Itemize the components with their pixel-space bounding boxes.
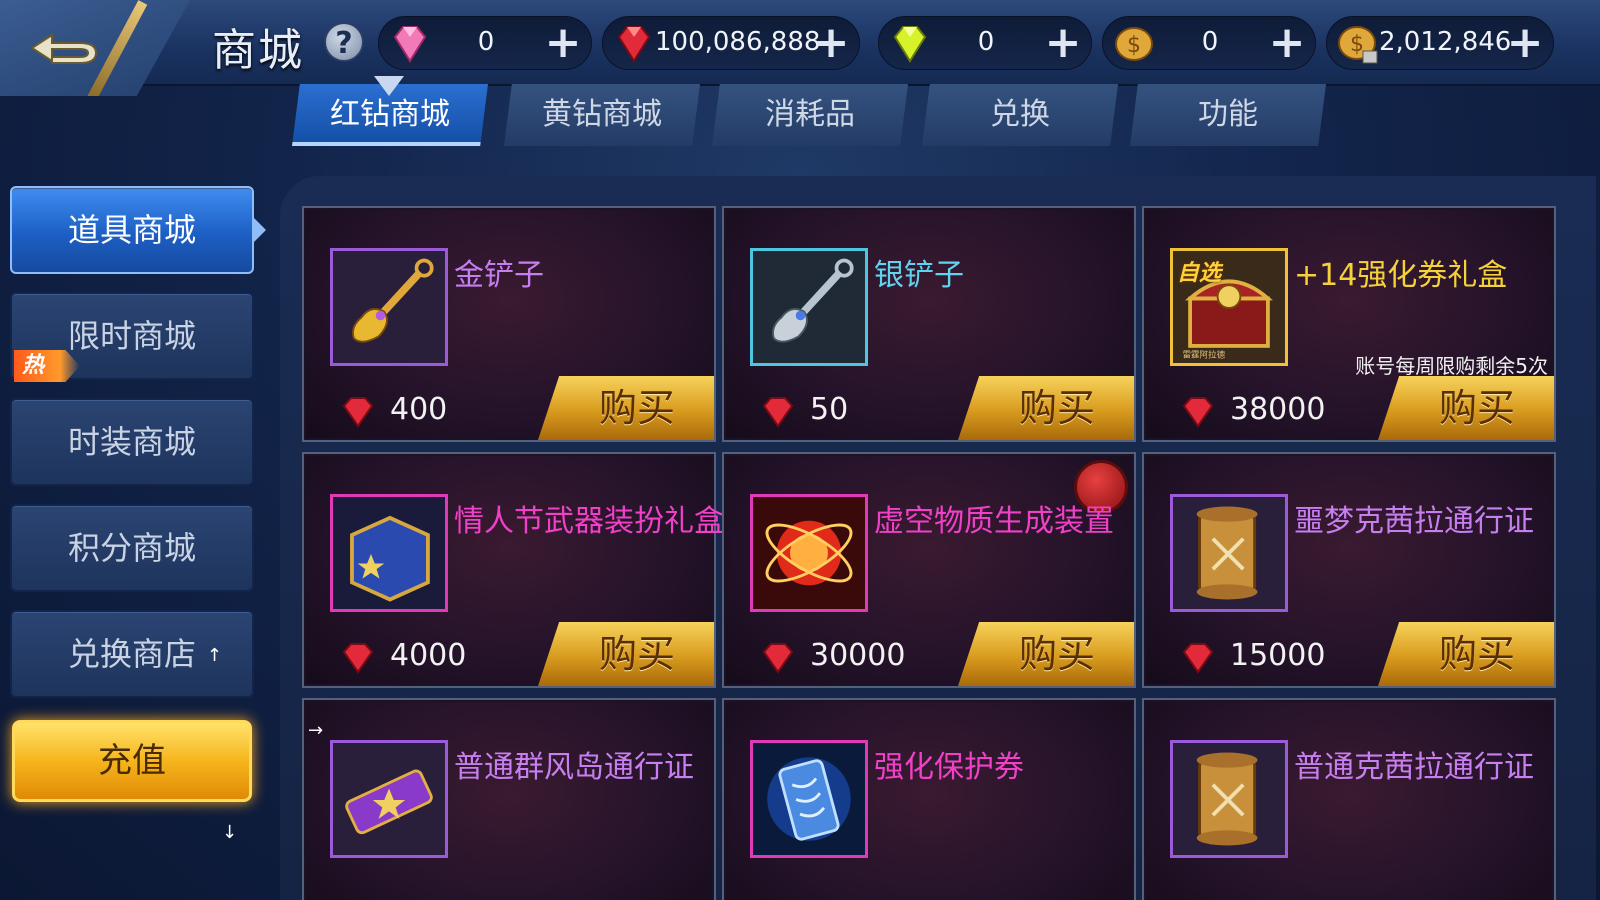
- item-card: 强化保护券: [722, 698, 1136, 900]
- item-card: 雷霆阿拉德 自选 +14强化券礼盒 账号每周限购剩余5次 38000 购买: [1142, 206, 1556, 442]
- item-name: +14强化券礼盒: [1294, 258, 1508, 293]
- item-name: 银铲子: [874, 258, 964, 293]
- currency-value: 100,086,888: [655, 27, 821, 57]
- buy-button[interactable]: 购买: [958, 376, 1134, 440]
- add-currency-button[interactable]: +: [543, 21, 583, 65]
- currency-red-diamond: 100,086,888 +: [602, 16, 860, 70]
- item-card: 金铲子 400 购买: [302, 206, 716, 442]
- item-card: 银铲子 50 购买: [722, 206, 1136, 442]
- item-name: 强化保护券: [874, 750, 1024, 785]
- item-price: 400: [390, 392, 448, 427]
- item-name: 噩梦克茜拉通行证: [1294, 504, 1534, 539]
- star-moon-box-icon: [330, 494, 448, 612]
- yellow-diamond-icon: [893, 26, 927, 63]
- protection-scroll-icon: [750, 740, 868, 858]
- add-currency-button[interactable]: +: [1267, 21, 1307, 65]
- item-price: 4000: [390, 638, 467, 673]
- self-select-tag: 自选: [1177, 261, 1222, 286]
- add-currency-button[interactable]: +: [811, 21, 851, 65]
- gold-coin-icon: $: [1115, 27, 1153, 61]
- currency-value: 2,012,846: [1379, 27, 1512, 57]
- sidebar-item-label: 限时商城: [67, 317, 196, 355]
- gold-shovel-icon: [330, 248, 448, 366]
- sidebar-item-limited-shop[interactable]: 限时商城 热: [10, 292, 254, 382]
- item-price: 15000: [1230, 638, 1326, 673]
- item-card: 情人节武器装扮礼盒 4000 购买: [302, 452, 724, 688]
- add-currency-button[interactable]: +: [1505, 21, 1545, 65]
- currency-locked-coin: $ 2,012,846 +: [1326, 16, 1554, 70]
- item-card: → 普通群风岛通行证: [302, 698, 716, 900]
- locked-coin-icon: $: [1338, 26, 1378, 64]
- void-device-icon: [750, 494, 868, 612]
- back-arrow-icon: [30, 33, 98, 64]
- treasure-chest-icon: 雷霆阿拉德 自选: [1170, 248, 1288, 366]
- svg-text:$: $: [1350, 32, 1364, 57]
- arrow-up-icon: ↑: [206, 645, 222, 666]
- sidebar-item-label: 道具商城: [67, 211, 196, 249]
- currency-yellow-diamond: 0 +: [878, 16, 1092, 70]
- currency-value: 0: [1201, 27, 1219, 57]
- item-name: 金铲子: [454, 258, 544, 293]
- item-name: 情人节武器装扮礼盒: [454, 504, 724, 539]
- item-price: 50: [810, 392, 849, 427]
- scroll-down-arrow-icon: ↓: [222, 822, 238, 843]
- tab-yellow-diamond-shop[interactable]: 黄钻商城: [504, 84, 700, 146]
- page-title: 商城: [212, 25, 304, 76]
- red-diamond-icon: [342, 397, 374, 428]
- item-name: 普通群风岛通行证: [454, 750, 694, 785]
- pink-diamond-icon: [393, 26, 427, 63]
- buy-button[interactable]: 购买: [1378, 376, 1554, 440]
- arrow-right-icon: →: [308, 720, 324, 741]
- red-diamond-icon: [762, 643, 794, 674]
- item-card: 噩梦克茜拉通行证 15000 购买: [1142, 452, 1556, 688]
- sidebar-item-fashion-shop[interactable]: 时装商城: [10, 398, 254, 486]
- red-diamond-icon: [762, 397, 794, 428]
- currency-pink-diamond: 0 +: [378, 16, 592, 70]
- back-button[interactable]: [0, 0, 190, 96]
- tab-exchange[interactable]: 兑换: [922, 84, 1118, 146]
- sidebar-item-item-shop[interactable]: 道具商城: [10, 186, 254, 274]
- item-price: 38000: [1230, 392, 1326, 427]
- scroll-pass-icon: [1170, 740, 1288, 858]
- sidebar-item-label: 积分商城: [67, 529, 196, 567]
- item-price: 30000: [810, 638, 906, 673]
- item-card: 虚空物质生成装置 30000 购买: [722, 452, 1136, 688]
- sidebar-item-label: 时装商城: [67, 423, 196, 461]
- item-card: 普通克茜拉通行证: [1142, 698, 1556, 900]
- red-diamond-icon: [1182, 397, 1214, 428]
- purchase-limit-note: 账号每周限购剩余5次: [1355, 354, 1548, 378]
- sidebar-item-label: 兑换商店: [67, 635, 196, 673]
- currency-value: 0: [477, 27, 495, 57]
- tab-functions[interactable]: 功能: [1130, 84, 1326, 146]
- svg-text:雷霆阿拉德: 雷霆阿拉德: [1182, 348, 1225, 360]
- item-name: 虚空物质生成装置: [874, 504, 1114, 539]
- red-diamond-icon: [1182, 643, 1214, 674]
- top-bar: 商城 ? 0 + 100,086,888 + 0 + $ 0 + $ 2,012…: [0, 0, 1600, 96]
- sidebar-item-points-shop[interactable]: 积分商城: [10, 504, 254, 592]
- help-icon[interactable]: ?: [324, 22, 364, 62]
- currency-value: 0: [977, 27, 995, 57]
- red-diamond-icon: [342, 643, 374, 674]
- tab-consumables[interactable]: 消耗品: [712, 84, 908, 146]
- item-grid-panel: 金铲子 400 购买 银铲子 50 购买 雷霆阿拉德 自选 +14强化券礼盒 账…: [280, 176, 1596, 900]
- buy-button[interactable]: 购买: [958, 622, 1134, 686]
- scroll-pass-icon: [1170, 494, 1288, 612]
- buy-button[interactable]: 购买: [1378, 622, 1554, 686]
- buy-button[interactable]: 购买: [538, 376, 714, 440]
- svg-text:$: $: [1127, 33, 1141, 58]
- buy-button[interactable]: 购买: [538, 622, 714, 686]
- recharge-button[interactable]: 充值: [12, 720, 252, 802]
- add-currency-button[interactable]: +: [1043, 21, 1083, 65]
- red-diamond-icon: [617, 26, 651, 63]
- item-name: 普通克茜拉通行证: [1294, 750, 1534, 785]
- silver-shovel-icon: [750, 248, 868, 366]
- ticket-icon: [330, 740, 448, 858]
- currency-gold-coin: $ 0 +: [1102, 16, 1316, 70]
- sidebar-item-exchange-store[interactable]: 兑换商店 ↑: [10, 610, 254, 698]
